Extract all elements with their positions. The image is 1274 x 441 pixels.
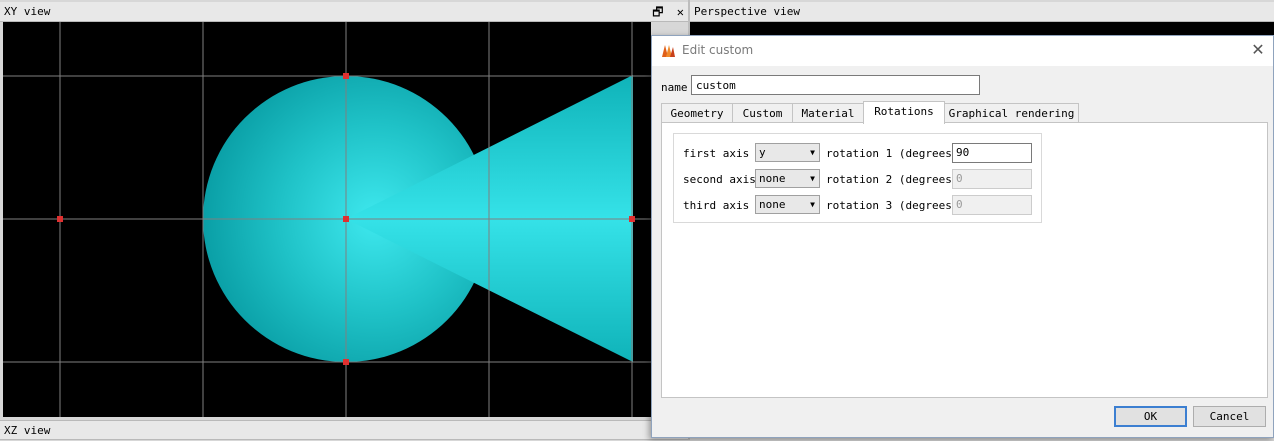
chevron-down-icon: ▼ (810, 174, 815, 183)
handle-top[interactable] (343, 73, 349, 79)
name-label: name (661, 81, 688, 94)
perspective-view-title: Perspective view (694, 5, 800, 18)
tab-rotations[interactable]: Rotations (863, 101, 945, 124)
second-axis-value: none (759, 172, 786, 185)
tab-custom[interactable]: Custom (732, 103, 793, 123)
app-logo-icon (662, 45, 675, 57)
first-axis-select[interactable]: y ▼ (755, 143, 820, 162)
rotation-1-label: rotation 1 (degrees) (826, 147, 959, 160)
first-axis-label: first axis (683, 147, 750, 160)
third-axis-value: none (759, 198, 786, 211)
chevron-down-icon: ▼ (810, 200, 815, 209)
handle-left[interactable] (57, 216, 63, 222)
restore-icon[interactable]: 🗗 (652, 5, 663, 19)
rotations-group: first axis y ▼ rotation 1 (degrees) 90 s… (673, 133, 1042, 223)
rotation-2-input: 0 (952, 169, 1032, 189)
xy-viewport[interactable] (3, 22, 651, 417)
handle-bottom[interactable] (343, 359, 349, 365)
cancel-button[interactable]: Cancel (1193, 406, 1266, 427)
third-axis-label: third axis (683, 199, 750, 212)
tab-geometry[interactable]: Geometry (661, 103, 733, 123)
xz-view-title-bar: XZ view (0, 420, 688, 440)
tab-material[interactable]: Material (792, 103, 864, 123)
third-axis-select[interactable]: none ▼ (755, 195, 820, 214)
rotation-1-input[interactable]: 90 (952, 143, 1032, 163)
ok-button[interactable]: OK (1114, 406, 1187, 427)
chevron-down-icon: ▼ (810, 148, 815, 157)
edit-custom-dialog: Edit custom ✕ name Geometry Custom Mater… (651, 35, 1274, 438)
perspective-view-title-bar: Perspective view (690, 2, 1274, 22)
second-axis-select[interactable]: none ▼ (755, 169, 820, 188)
rotation-2-label: rotation 2 (degrees) (826, 173, 959, 186)
dialog-title-bar[interactable]: Edit custom ✕ (652, 36, 1273, 66)
second-axis-label: second axis (683, 173, 756, 186)
rotations-tab-panel: first axis y ▼ rotation 1 (degrees) 90 s… (661, 122, 1268, 398)
dialog-title: Edit custom (682, 43, 754, 57)
close-icon[interactable]: ✕ (677, 5, 684, 19)
rotation-3-label: rotation 3 (degrees) (826, 199, 959, 212)
handle-center[interactable] (343, 216, 349, 222)
handle-right[interactable] (629, 216, 635, 222)
xy-view-title-bar: XY view 🗗 ✕ (0, 2, 688, 22)
xy-view-title: XY view (4, 5, 51, 18)
dialog-close-icon[interactable]: ✕ (1249, 41, 1267, 59)
name-input[interactable] (691, 75, 980, 95)
first-axis-value: y (759, 146, 766, 159)
xy-scene (3, 22, 651, 417)
tab-graphical-rendering[interactable]: Graphical rendering (944, 103, 1079, 123)
xz-view-title: XZ view (4, 424, 51, 437)
rotation-3-input: 0 (952, 195, 1032, 215)
perspective-viewport[interactable] (690, 22, 1274, 36)
